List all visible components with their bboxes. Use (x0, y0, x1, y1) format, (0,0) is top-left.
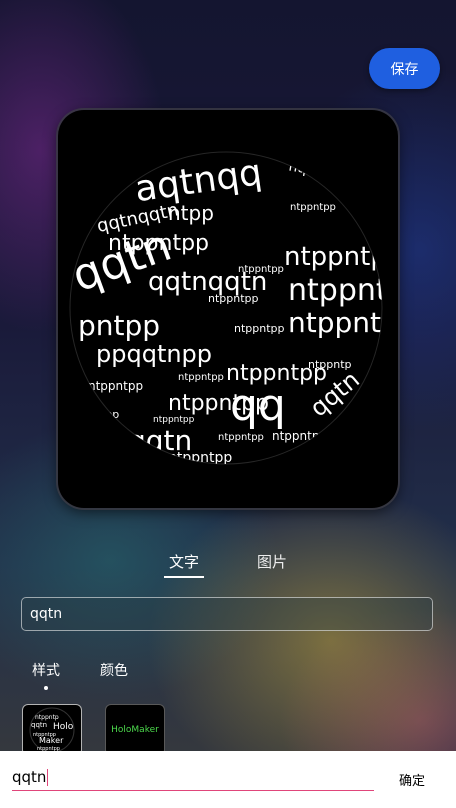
svg-text:Holo: Holo (53, 722, 74, 732)
text-caret (47, 768, 49, 786)
active-subtab-indicator (44, 686, 48, 690)
svg-text:qqtn: qqtn (31, 721, 47, 729)
word-sphere-graphic: aqtnqq ntppntpp qqtnqqtn ntpp ntppntpp n… (69, 151, 387, 473)
tab-style[interactable]: 样式 (32, 660, 60, 680)
svg-text:ntpp: ntpp (168, 201, 214, 225)
text-input-value: qqtn (30, 606, 63, 622)
svg-text:ppqqtnpp: ppqqtnpp (96, 340, 212, 368)
sphere-thumbnail-icon: ntppntp qqtn Holo ntppntpp Maker ntppntp… (29, 707, 75, 753)
svg-text:ntppntpp: ntppntpp (178, 372, 224, 383)
sphere-text-preview: aqtnqq ntppntpp qqtnqqtn ntpp ntppntpp n… (58, 110, 398, 508)
svg-text:ntppntpp: ntppntpp (238, 264, 284, 275)
svg-text:Maker: Maker (39, 736, 64, 745)
active-tab-indicator (164, 576, 204, 578)
svg-text:ntppntpp: ntppntpp (290, 202, 336, 213)
content-tabs: 文字 图片 (0, 545, 456, 581)
tab-text[interactable]: 文字 (162, 545, 206, 577)
svg-text:ntppntp: ntppntp (35, 714, 59, 721)
tab-image[interactable]: 图片 (250, 545, 294, 577)
svg-text:ntppntpp: ntppntpp (88, 379, 143, 393)
svg-text:ntppntpp: ntppntpp (218, 432, 264, 443)
svg-text:ntppntpp: ntppntpp (208, 292, 259, 305)
keyboard-input-field[interactable]: qqtn (12, 764, 374, 791)
svg-text:ntppntp: ntppntp (118, 459, 165, 473)
tab-color[interactable]: 颜色 (100, 660, 128, 680)
keyboard-input-value: qqtn (12, 768, 47, 786)
svg-text:ntppntp: ntppntp (284, 242, 387, 272)
svg-text:pntpp: pntpp (78, 309, 160, 342)
save-button[interactable]: 保存 (369, 48, 440, 89)
style-option-holomaker[interactable]: HoloMaker (105, 704, 165, 756)
confirm-button[interactable]: 确定 (388, 768, 436, 790)
svg-text:qq: qq (230, 380, 286, 431)
svg-text:ntpp: ntpp (94, 408, 119, 421)
svg-text:ntppntpp: ntppntpp (272, 429, 327, 443)
holomaker-logo: HoloMaker (111, 725, 159, 735)
style-option-sphere[interactable]: ntppntp qqtn Holo ntppntpp Maker ntppntp… (22, 704, 82, 756)
svg-text:ntppntpp: ntppntpp (287, 158, 353, 185)
svg-text:ntppntpp: ntppntpp (234, 322, 285, 335)
text-input-field[interactable]: qqtn (21, 597, 433, 631)
